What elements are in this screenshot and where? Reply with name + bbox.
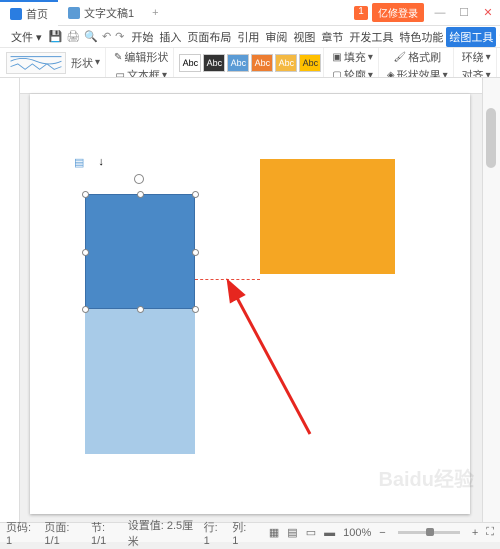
maximize-button[interactable]: ☐ — [452, 6, 476, 19]
menu-special[interactable]: 特色功能 — [396, 29, 446, 45]
shape-dropdown[interactable]: 形状▾ — [68, 54, 103, 72]
menu-insert[interactable]: 插入 — [156, 29, 184, 45]
ribbon: 形状▾ ✎ 编辑形状 ▭ 文本框▾ Abc Abc Abc Abc Abc Ab… — [0, 48, 500, 78]
redo-button[interactable]: ↷ — [115, 30, 124, 43]
shape-orange-rect[interactable] — [260, 159, 395, 274]
layout-tag-icon[interactable]: ▤ — [74, 156, 84, 169]
menu-review[interactable]: 审阅 — [262, 29, 290, 45]
textbox-button[interactable]: ▭ 文本框▾ — [112, 66, 169, 78]
menu-drawtools[interactable]: 绘图工具 — [446, 27, 496, 47]
menu-dev[interactable]: 开发工具 — [346, 29, 396, 45]
menu-section[interactable]: 章节 — [318, 29, 346, 45]
zoom-thumb[interactable] — [426, 528, 434, 536]
align-button[interactable]: 对齐▾ — [459, 66, 494, 78]
wrap-button[interactable]: 环绕▾ — [459, 48, 494, 66]
view-mode-icon[interactable]: ▬ — [324, 527, 335, 539]
resize-handle[interactable] — [137, 306, 144, 313]
vertical-scrollbar[interactable] — [482, 78, 500, 522]
menu-file[interactable]: 文件 ▾ — [8, 29, 45, 45]
document-area: ▤ ↓ Baidu经验 — [0, 78, 500, 522]
close-button[interactable]: ✕ — [476, 6, 500, 19]
style-preset-5[interactable]: Abc — [275, 54, 297, 72]
rotate-handle[interactable] — [134, 174, 144, 184]
vertical-ruler[interactable] — [0, 78, 20, 522]
login-button[interactable]: 亿修登录 — [372, 3, 424, 22]
menu-start[interactable]: 开始 — [128, 29, 156, 45]
print-icon[interactable]: 🖨 — [66, 30, 80, 43]
format-brush-button[interactable]: 🖌 格式刷 — [390, 48, 444, 66]
minimize-button[interactable]: — — [428, 7, 452, 19]
notification-badge[interactable]: 1 — [354, 6, 368, 20]
menu-page[interactable]: 页面布局 — [184, 29, 234, 45]
watermark: Baidu经验 — [378, 463, 474, 492]
resize-handle[interactable] — [82, 306, 89, 313]
status-col: 列: 1 — [232, 519, 253, 547]
style-preset-3[interactable]: Abc — [227, 54, 249, 72]
effects-button[interactable]: ◈ 形状效果▾ — [384, 66, 451, 78]
status-page[interactable]: 页码: 1 — [6, 519, 36, 547]
alignment-guide — [195, 279, 260, 280]
outline-button[interactable]: ▢ 轮廓▾ — [329, 66, 375, 78]
status-pages[interactable]: 页面: 1/1 — [44, 519, 83, 547]
save-icon[interactable]: 💾 — [49, 30, 63, 43]
edit-shape-button[interactable]: ✎ 编辑形状 — [111, 48, 171, 66]
resize-handle[interactable] — [137, 191, 144, 198]
page[interactable]: ▤ ↓ — [30, 94, 470, 514]
preview-icon[interactable]: 🔍 — [84, 30, 98, 43]
menu-view[interactable]: 视图 — [290, 29, 318, 45]
style-preset-6[interactable]: Abc — [299, 54, 321, 72]
zoom-label[interactable]: 100% — [343, 527, 371, 539]
menu-ref[interactable]: 引用 — [234, 29, 262, 45]
resize-handle[interactable] — [192, 249, 199, 256]
down-arrow-icon: ↓ — [98, 156, 104, 169]
doc-icon — [68, 7, 80, 19]
search-button[interactable]: 🔍 查找 — [496, 29, 500, 45]
canvas[interactable]: ▤ ↓ — [20, 78, 482, 522]
annotation-arrow — [200, 274, 350, 474]
menubar: 文件 ▾ 💾 🖨 🔍 ↶ ↷ 开始 插入 页面布局 引用 审阅 视图 章节 开发… — [0, 26, 500, 48]
zoom-in-button[interactable]: + — [472, 527, 478, 539]
statusbar: 页码: 1 页面: 1/1 节: 1/1 设置值: 2.5厘米 行: 1 列: … — [0, 522, 500, 542]
tab-home[interactable]: 首页 — [0, 0, 58, 26]
scrollbar-thumb[interactable] — [486, 108, 496, 168]
view-mode-icon[interactable]: ▭ — [306, 526, 316, 539]
tab-label: 文字文稿1 — [84, 5, 134, 21]
shape-blue-rect-selected[interactable] — [85, 194, 195, 309]
status-pos: 设置值: 2.5厘米 — [128, 517, 196, 549]
resize-handle[interactable] — [82, 249, 89, 256]
zoom-out-button[interactable]: − — [379, 527, 385, 539]
fill-button[interactable]: ▣ 填充▾ — [329, 48, 375, 66]
tab-label: 首页 — [26, 6, 48, 22]
new-tab-button[interactable]: + — [144, 7, 166, 19]
resize-handle[interactable] — [192, 306, 199, 313]
style-preset-4[interactable]: Abc — [251, 54, 273, 72]
view-mode-icon[interactable]: ▤ — [287, 526, 297, 539]
resize-handle[interactable] — [192, 191, 199, 198]
home-icon — [10, 8, 22, 20]
style-preset-2[interactable]: Abc — [203, 54, 225, 72]
status-section: 节: 1/1 — [91, 519, 120, 547]
floating-tags: ▤ ↓ — [74, 156, 104, 169]
fullscreen-button[interactable]: ⛶ — [486, 526, 494, 539]
resize-handle[interactable] — [82, 191, 89, 198]
tab-doc[interactable]: 文字文稿1 — [58, 1, 144, 25]
zoom-slider[interactable] — [398, 531, 460, 534]
status-row: 行: 1 — [204, 519, 225, 547]
style-preset-1[interactable]: Abc — [179, 54, 201, 72]
view-mode-icon[interactable]: ▦ — [269, 526, 279, 539]
undo-button[interactable]: ↶ — [102, 30, 111, 43]
titlebar: 首页 文字文稿1 + 1 亿修登录 — ☐ ✕ — [0, 0, 500, 26]
lines-preview-icon[interactable] — [6, 52, 66, 74]
